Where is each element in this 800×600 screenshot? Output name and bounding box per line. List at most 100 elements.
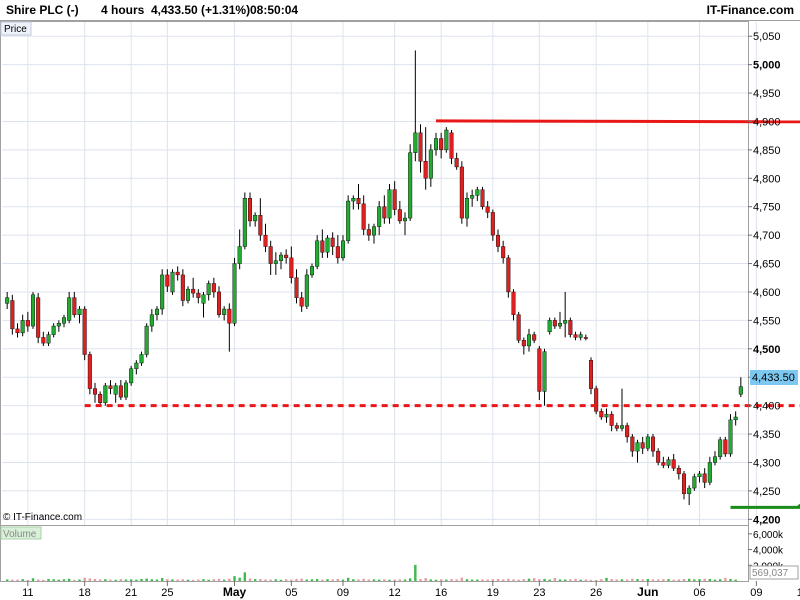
candle-body: [423, 161, 428, 179]
volume-bar: [682, 578, 686, 581]
volume-bar: [496, 578, 500, 581]
last-price-label: 4,433.50: [752, 372, 795, 384]
price-tick-label: 5,000: [753, 60, 781, 72]
volume-bar: [517, 579, 520, 581]
candle-body: [728, 419, 733, 455]
volume-bar: [171, 579, 174, 581]
candle-body: [118, 385, 123, 398]
candle-body: [330, 237, 335, 247]
candle-body: [237, 246, 242, 264]
volume-bar: [93, 578, 97, 581]
candle-body: [113, 385, 118, 395]
volume-bar: [67, 578, 71, 581]
volume-bar: [641, 579, 644, 581]
candle-body: [51, 325, 56, 335]
candle-body: [139, 354, 144, 364]
volume-bar: [264, 579, 267, 581]
price-axis: 4,200 4,250 4,300 4,350 4,400 4,500 4,550 4,600…: [748, 31, 781, 526]
volume-bar: [610, 578, 613, 581]
volume-bar: [124, 579, 128, 581]
candle-body: [170, 271, 175, 293]
candle-body: [289, 257, 294, 278]
candle-body: [222, 308, 227, 315]
candle-body: [72, 297, 77, 315]
candle-body: [542, 351, 547, 392]
time-tick-label: May: [223, 585, 247, 599]
time-tick-label: 23: [533, 587, 545, 599]
volume-bar: [135, 579, 138, 581]
volume-bar: [36, 579, 40, 581]
candle-body: [599, 411, 604, 418]
volume-bar: [57, 579, 61, 581]
candle-body: [408, 152, 413, 219]
volume-bar: [228, 578, 231, 581]
candle-body: [149, 314, 154, 327]
candle-body: [41, 337, 46, 344]
volume-bar: [52, 579, 55, 581]
candle-body: [568, 320, 573, 335]
volume-bar: [677, 579, 681, 581]
volume-bar: [383, 579, 386, 581]
price-tick-label: 4,600: [753, 287, 781, 299]
volume-bar: [636, 579, 639, 581]
volume-bar: [672, 579, 675, 581]
candle-body: [501, 246, 506, 259]
price-tick-label: 4,900: [753, 116, 781, 128]
candle-body: [733, 416, 738, 421]
volume-bar: [388, 579, 391, 581]
volume-bar: [238, 577, 241, 581]
candle-body: [361, 203, 366, 230]
volume-bar: [600, 579, 603, 581]
volume-bar: [243, 572, 247, 581]
volume-bar: [589, 579, 593, 581]
candle-body: [547, 320, 552, 332]
volume-bar: [352, 579, 355, 581]
candle-body: [692, 476, 697, 489]
price-tick-label: 4,300: [753, 457, 781, 469]
volume-bar: [734, 579, 737, 581]
volume-bar: [476, 579, 479, 581]
volume-bar: [729, 578, 732, 581]
volume-bar: [455, 579, 458, 581]
candle-body: [650, 436, 656, 452]
candle-body: [625, 425, 630, 438]
candle-body: [738, 386, 743, 395]
volume-bar: [507, 578, 510, 581]
candle-body: [645, 436, 650, 449]
candle-body: [594, 388, 599, 412]
volume-bar: [73, 579, 76, 581]
candle-body: [206, 283, 211, 296]
volume-bar: [248, 578, 252, 581]
volume-bar: [191, 579, 195, 581]
candle-body: [10, 300, 15, 330]
volume-bar: [357, 579, 360, 581]
volume-bar: [548, 579, 551, 581]
volume-bar: [160, 578, 164, 581]
volume-bar: [217, 578, 221, 581]
volume-bar: [150, 579, 154, 581]
candle-body: [185, 288, 191, 301]
candle-body: [537, 348, 542, 392]
volume-bar: [403, 579, 407, 581]
price-tick-label: 5,050: [753, 31, 781, 43]
time-tick-label: 21: [125, 587, 137, 599]
volume-bar: [543, 578, 546, 581]
candle-body: [418, 132, 423, 162]
candle-body: [82, 308, 87, 355]
candle-body: [144, 325, 149, 355]
candle-body: [87, 354, 92, 389]
volume-bar: [21, 579, 24, 581]
volume-bar: [625, 579, 629, 581]
volume-bar: [439, 579, 443, 581]
volume-bar: [470, 579, 474, 581]
candle-body: [671, 459, 676, 469]
volume-bar: [233, 576, 236, 581]
volume-bar: [83, 577, 86, 581]
volume-bar: [724, 577, 727, 581]
candle-body: [15, 328, 20, 334]
candle-body: [366, 229, 371, 236]
candle-body: [583, 337, 588, 339]
volume-bar: [269, 579, 272, 581]
volume-bar: [646, 578, 650, 581]
volume-bar: [11, 579, 14, 581]
